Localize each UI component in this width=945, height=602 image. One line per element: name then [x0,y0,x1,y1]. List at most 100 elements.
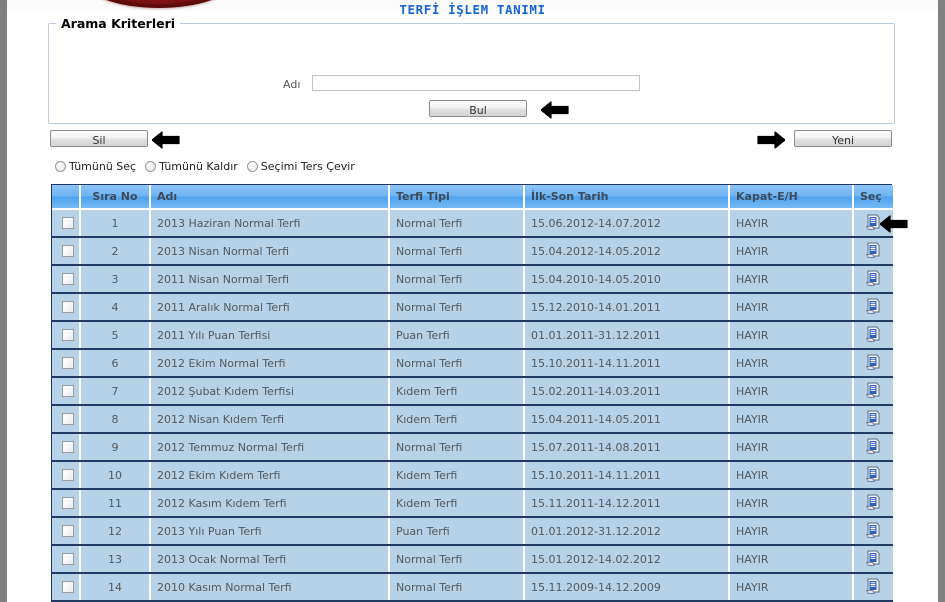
row-sira-no: 13 [80,544,151,574]
row-select-cell[interactable] [853,404,893,434]
radio-deselect-all[interactable]: Tümünü Kaldır [145,160,238,173]
name-field-label: Adı [283,78,301,91]
row-terfi-tipi: Normal Terfi [389,544,525,574]
select-record-icon[interactable] [865,578,881,597]
row-select-cell[interactable] [853,572,893,602]
row-checkbox-cell[interactable] [52,320,81,350]
row-checkbox-cell[interactable] [52,348,81,378]
row-select-cell[interactable] [853,236,893,266]
column-header-terfi-tipi[interactable]: Terfi Tipi [389,185,525,210]
table-row[interactable]: 13 2013 Ocak Normal Terfi Normal Terfi 15.0… [52,544,893,574]
select-record-icon[interactable] [865,242,881,261]
table-row[interactable]: 11 2012 Kasım Kıdem Terfi Kıdem Terfi 15.11… [52,488,893,518]
table-row[interactable]: 4 2011 Aralık Normal Terfi Normal Terfi 15.… [52,292,893,322]
table-row[interactable]: 8 2012 Nisan Kıdem Terfi Kıdem Terfi 15.04.… [52,404,893,434]
row-checkbox-cell[interactable] [52,376,81,406]
table-row[interactable]: 10 2012 Ekim Kıdem Terfi Kıdem Terfi 15.10.… [52,460,893,490]
table-row[interactable]: 2 2013 Nisan Normal Terfi Normal Terfi 15.0… [52,236,893,266]
results-grid: Sıra No Adı Terfi Tipi İlk-Son Tarih Kap… [51,184,893,602]
row-checkbox[interactable] [62,301,74,313]
row-checkbox-cell[interactable] [52,544,81,574]
page-title: TERFİ İŞLEM TANIMI [399,2,546,17]
row-checkbox-cell[interactable] [52,516,81,546]
table-row[interactable]: 3 2011 Nisan Normal Terfi Normal Terfi 15.0… [52,264,893,294]
window-right-edge [938,0,945,602]
row-checkbox[interactable] [62,329,74,341]
delete-button[interactable]: Sil [50,130,148,147]
table-row[interactable]: 1 2013 Haziran Normal Terfi Normal Terfi 15… [52,208,893,238]
row-checkbox[interactable] [62,497,74,509]
row-checkbox[interactable] [62,413,74,425]
row-sira-no: 2 [80,236,151,266]
row-select-cell[interactable] [853,348,893,378]
row-select-cell[interactable] [853,376,893,406]
select-record-icon[interactable] [865,494,881,513]
row-ilk-son-tarih: 15.10.2011-14.11.2011 [524,348,730,378]
row-checkbox[interactable] [62,441,74,453]
column-header-sira-no[interactable]: Sıra No [80,185,151,210]
row-ilk-son-tarih: 01.01.2011-31.12.2011 [524,320,730,350]
row-select-cell[interactable] [853,460,893,490]
select-record-icon[interactable] [865,354,881,373]
radio-dot-icon[interactable] [55,161,66,172]
radio-invert-selection[interactable]: Seçimi Ters Çevir [246,160,355,173]
row-select-cell[interactable] [853,544,893,574]
row-checkbox-cell[interactable] [52,292,81,322]
radio-dot-icon[interactable] [246,161,258,172]
row-select-cell[interactable] [853,488,893,518]
row-checkbox-cell[interactable] [52,264,81,294]
select-record-icon[interactable] [865,522,881,541]
row-terfi-tipi: Normal Terfi [389,236,525,266]
row-checkbox[interactable] [62,525,74,537]
table-row[interactable]: 6 2012 Ekim Normal Terfi Normal Terfi 15.10… [52,348,893,378]
row-select-cell[interactable] [853,292,893,322]
row-checkbox[interactable] [62,469,74,481]
row-checkbox-cell[interactable] [52,432,81,462]
row-checkbox-cell[interactable] [52,236,81,266]
column-header-kapat[interactable]: Kapat-E/H [729,185,854,210]
select-record-icon[interactable] [865,214,881,233]
row-adi: 2012 Şubat Kıdem Terfisi [150,376,390,406]
select-record-icon[interactable] [865,298,881,317]
table-row[interactable]: 12 2013 Yılı Puan Terfi Puan Terfi 01.01.20… [52,516,893,546]
select-record-icon[interactable] [865,466,881,485]
row-checkbox[interactable] [62,357,74,369]
row-select-cell[interactable] [853,320,893,350]
row-checkbox[interactable] [62,581,74,593]
select-record-icon[interactable] [865,550,881,569]
column-header-adi[interactable]: Adı [150,185,390,210]
row-terfi-tipi: Kıdem Terfi [389,488,525,518]
row-checkbox[interactable] [62,273,74,285]
row-sira-no: 10 [80,460,151,490]
radio-select-all[interactable]: Tümünü Seç [55,160,136,173]
row-checkbox-cell[interactable] [52,208,81,238]
row-select-cell[interactable] [853,264,893,294]
row-checkbox[interactable] [62,245,74,257]
row-select-cell[interactable] [853,432,893,462]
row-checkbox[interactable] [62,217,74,229]
select-record-icon[interactable] [865,326,881,345]
row-ilk-son-tarih: 15.07.2011-14.08.2011 [524,432,730,462]
row-checkbox-cell[interactable] [52,488,81,518]
select-record-icon[interactable] [865,270,881,289]
name-search-input[interactable] [312,75,640,91]
row-checkbox[interactable] [62,385,74,397]
radio-dot-icon[interactable] [145,161,157,172]
column-header-ilk-son-tarih[interactable]: İlk-Son Tarih [524,185,730,210]
new-button[interactable]: Yeni [794,130,892,147]
row-checkbox[interactable] [62,553,74,565]
row-select-cell[interactable] [853,516,893,546]
table-row[interactable]: 14 2010 Kasım Normal Terfi Normal Terfi 15.… [52,572,893,602]
row-checkbox-cell[interactable] [52,572,81,602]
select-record-icon[interactable] [865,410,881,429]
find-button[interactable]: Bul [429,100,527,117]
row-checkbox-cell[interactable] [52,460,81,490]
table-row[interactable]: 7 2012 Şubat Kıdem Terfisi Kıdem Terfi 15.0… [52,376,893,406]
select-record-icon[interactable] [865,382,881,401]
select-record-icon[interactable] [865,438,881,457]
table-row[interactable]: 5 2011 Yılı Puan Terfisi Puan Terfi 01.01.2… [52,320,893,350]
table-row[interactable]: 9 2012 Temmuz Normal Terfi Normal Terfi 15.… [52,432,893,462]
row-kapat: HAYIR [729,320,854,350]
row-checkbox-cell[interactable] [52,404,81,434]
results-table: Sıra No Adı Terfi Tipi İlk-Son Tarih Kap… [52,185,893,602]
